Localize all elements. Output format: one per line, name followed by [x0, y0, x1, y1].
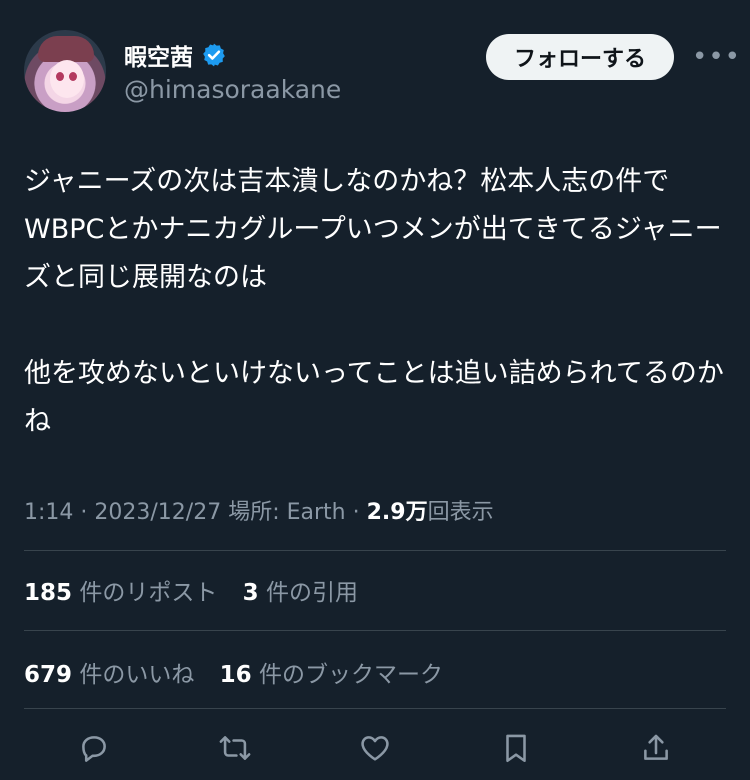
quotes-count: 3	[242, 580, 259, 606]
tweet-location: 場所: Earth	[221, 500, 346, 525]
quotes-label: 件の引用	[265, 580, 358, 606]
user-handle[interactable]: @himasoraakane	[124, 75, 341, 104]
retweet-button[interactable]	[215, 728, 255, 768]
verified-badge-icon	[201, 42, 227, 68]
bookmark-button[interactable]	[496, 728, 536, 768]
views-label[interactable]: 回表示	[428, 500, 494, 525]
divider	[24, 550, 726, 551]
more-options-icon[interactable]: •••	[692, 44, 740, 70]
tweet-text: ジャニーズの次は吉本潰しなのかね？松本人志の件でWBPCとかナニカグループいつメ…	[24, 166, 724, 437]
avatar-eye-right	[69, 72, 77, 81]
avatar[interactable]	[24, 30, 106, 112]
reply-icon	[82, 736, 106, 762]
like-button[interactable]	[355, 728, 395, 768]
share-icon	[644, 734, 668, 760]
stats-row-likes: 679 件のいいね 16 件のブックマーク	[24, 655, 461, 689]
display-name[interactable]: 暇空茜	[124, 38, 193, 72]
tweet-date[interactable]: 2023/12/27	[94, 500, 221, 525]
tweet-header: 暇空茜 @himasoraakane フォローする •••	[24, 28, 740, 118]
reposts-count: 185	[24, 580, 73, 606]
meta-separator: ·	[345, 500, 367, 525]
bookmarks-stat[interactable]: 16 件のブックマーク	[220, 662, 443, 688]
bookmarks-count: 16	[219, 662, 252, 688]
avatar-eye-left	[56, 72, 64, 81]
quotes-stat[interactable]: 3 件の引用	[243, 580, 358, 606]
likes-stat[interactable]: 679 件のいいね	[24, 662, 194, 688]
action-bar	[24, 728, 726, 776]
like-icon	[361, 736, 389, 761]
share-button[interactable]	[636, 728, 676, 768]
likes-count: 679	[24, 662, 73, 688]
divider	[24, 708, 726, 709]
name-row: 暇空茜	[124, 38, 227, 72]
divider	[24, 630, 726, 631]
avatar-face	[50, 60, 84, 98]
bookmark-icon	[505, 734, 526, 763]
meta-separator: ·	[73, 500, 95, 525]
likes-label: 件のいいね	[79, 662, 195, 688]
retweet-icon	[219, 736, 250, 760]
views-count[interactable]: 2.9万	[367, 500, 428, 525]
reply-button[interactable]	[74, 728, 114, 768]
bookmarks-label: 件のブックマーク	[258, 662, 443, 688]
follow-button[interactable]: フォローする	[485, 34, 674, 80]
tweet-meta: 1:14 · 2023/12/27 場所: Earth · 2.9万回表示	[24, 494, 494, 526]
avatar-hat	[38, 36, 94, 62]
tweet-time[interactable]: 1:14	[24, 500, 73, 525]
reposts-label: 件のリポスト	[79, 580, 218, 606]
stats-row-reposts: 185 件のリポスト 3 件の引用	[24, 573, 376, 607]
reposts-stat[interactable]: 185 件のリポスト	[24, 580, 217, 606]
